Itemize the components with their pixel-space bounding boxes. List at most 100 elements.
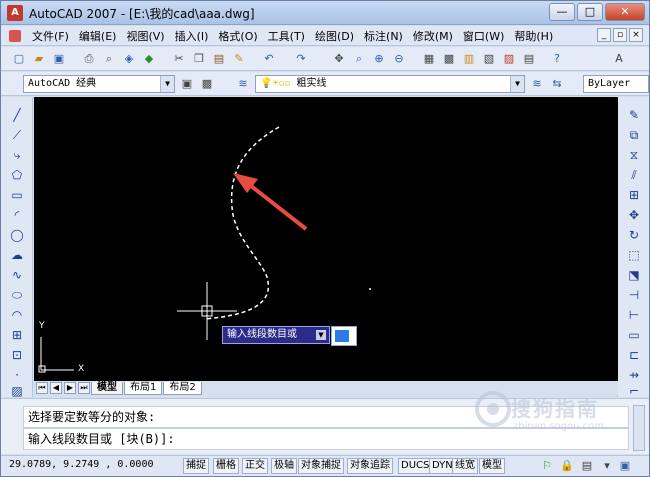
divided-spline-curve[interactable] (203, 126, 280, 320)
stretch-icon[interactable]: ⬔ (626, 267, 642, 283)
last-tab-icon[interactable]: ⏭ (78, 382, 90, 394)
command-input-line[interactable]: 输入线段数目或 [块(B)]: (23, 428, 629, 450)
drawing-canvas[interactable]: Y X 输入线段数目或 ▼ (34, 97, 618, 381)
calculator-icon[interactable]: ▤ (521, 51, 537, 67)
menu-tools[interactable]: 工具(T) (263, 28, 310, 44)
mirror-icon[interactable]: ⧖ (626, 147, 642, 163)
move-icon[interactable]: ✥ (626, 207, 642, 223)
menu-insert[interactable]: 插入(I) (170, 28, 214, 44)
first-tab-icon[interactable]: ⏮ (36, 382, 48, 394)
save-icon[interactable]: ▣ (51, 51, 67, 67)
design-center-icon[interactable]: ▩ (441, 51, 457, 67)
construction-line-icon[interactable]: ⟋ (9, 127, 25, 143)
text-style-icon[interactable]: A (611, 51, 627, 67)
zoom-previous-icon[interactable]: ⊖ (391, 51, 407, 67)
ellipse-arc-icon[interactable]: ◠ (9, 307, 25, 323)
tab-layout1[interactable]: 布局1 (124, 381, 163, 395)
plot-icon[interactable]: ◆ (141, 51, 157, 67)
chamfer-icon[interactable]: ⇸ (626, 367, 642, 383)
layer-manager-icon[interactable]: ≋ (235, 76, 251, 92)
dynamic-input-prompt[interactable]: 输入线段数目或 ▼ (222, 326, 330, 344)
properties-icon[interactable]: ▦ (421, 51, 437, 67)
autocad-app-icon[interactable]: A (7, 5, 23, 21)
make-block-icon[interactable]: ⊡ (9, 347, 25, 363)
snap-toggle[interactable]: 捕捉 (183, 458, 209, 474)
polyline-icon[interactable]: ⤷ (9, 147, 25, 163)
ortho-toggle[interactable]: 正交 (242, 458, 268, 474)
tool-palettes-icon[interactable]: ▥ (461, 51, 477, 67)
menu-modify[interactable]: 修改(M) (408, 28, 458, 44)
tab-layout2[interactable]: 布局2 (163, 381, 202, 395)
print-preview-icon[interactable]: ⌕ (101, 51, 117, 67)
document-icon[interactable] (9, 29, 21, 42)
copy-object-icon[interactable]: ⧉ (626, 127, 642, 143)
new-file-icon[interactable]: ▢ (11, 51, 27, 67)
status-tray-icon[interactable]: ▤ (579, 458, 595, 474)
zoom-realtime-icon[interactable]: ⌕ (351, 51, 367, 67)
otrack-toggle[interactable]: 对象追踪 (347, 458, 393, 474)
open-file-icon[interactable]: ▰ (31, 51, 47, 67)
zoom-window-icon[interactable]: ⊕ (371, 51, 387, 67)
scale-icon[interactable]: ⬚ (626, 247, 642, 263)
dynamic-input-options-icon[interactable]: ▼ (316, 330, 326, 340)
tab-model[interactable]: 模型 (91, 381, 123, 395)
menu-view[interactable]: 视图(V) (121, 28, 169, 44)
undo-icon[interactable]: ↶ (261, 51, 277, 67)
spline-icon[interactable]: ∿ (9, 267, 25, 283)
paste-icon[interactable]: ▤ (211, 51, 227, 67)
polar-toggle[interactable]: 极轴 (271, 458, 297, 474)
publish-icon[interactable]: ◈ (121, 51, 137, 67)
pan-icon[interactable]: ✥ (331, 51, 347, 67)
clean-screen-icon[interactable]: ▣ (617, 458, 633, 474)
doc-close-button[interactable]: × (629, 28, 643, 42)
osnap-toggle[interactable]: 对象捕捉 (298, 458, 344, 474)
help-icon[interactable]: ? (549, 51, 565, 67)
layer-select[interactable]: 💡☀▫▫ 粗实线 ▼ (255, 75, 525, 93)
save-workspace-icon[interactable]: ▩ (199, 76, 215, 92)
doc-restore-button[interactable]: ▫ (613, 28, 627, 42)
menu-edit[interactable]: 编辑(E) (74, 28, 122, 44)
array-icon[interactable]: ⊞ (626, 187, 642, 203)
line-icon[interactable]: ╱ (9, 107, 25, 123)
menu-window[interactable]: 窗口(W) (458, 28, 509, 44)
maximize-button[interactable]: □ (577, 3, 603, 21)
rectangle-icon[interactable]: ▭ (9, 187, 25, 203)
revision-cloud-icon[interactable]: ☁ (9, 247, 25, 263)
grid-toggle[interactable]: 栅格 (213, 458, 239, 474)
make-object-layer-current-icon[interactable]: ≋ (529, 76, 545, 92)
menu-draw[interactable]: 绘图(D) (310, 28, 359, 44)
ellipse-icon[interactable]: ⬭ (9, 287, 25, 303)
chevron-down-icon[interactable]: ▼ (510, 76, 524, 92)
fillet-icon[interactable]: ⌐ (626, 383, 642, 399)
status-menu-icon[interactable]: ▾ (599, 458, 615, 474)
dynamic-input-value-field[interactable] (331, 326, 357, 346)
prev-tab-icon[interactable]: ◀ (50, 382, 62, 394)
command-scrollbar[interactable] (633, 405, 645, 451)
next-tab-icon[interactable]: ▶ (64, 382, 76, 394)
lineweight-toggle[interactable]: 线宽 (452, 458, 478, 474)
close-button[interactable]: ✕ (605, 3, 645, 21)
menu-dimension[interactable]: 标注(N) (359, 28, 408, 44)
workspace-settings-icon[interactable]: ▣ (179, 76, 195, 92)
copy-icon[interactable]: ❐ (191, 51, 207, 67)
erase-icon[interactable]: ✎ (626, 107, 642, 123)
layer-previous-icon[interactable]: ⇆ (549, 76, 565, 92)
model-toggle[interactable]: 模型 (479, 458, 505, 474)
sheet-set-icon[interactable]: ▧ (481, 51, 497, 67)
match-properties-icon[interactable]: ✎ (231, 51, 247, 67)
doc-minimize-button[interactable]: _ (597, 28, 611, 42)
chevron-down-icon[interactable]: ▼ (160, 76, 174, 92)
communication-center-icon[interactable]: ⚐ (539, 458, 555, 474)
join-icon[interactable]: ⊏ (626, 347, 642, 363)
markup-icon[interactable]: ▨ (501, 51, 517, 67)
ducs-toggle[interactable]: DUCS (398, 458, 433, 474)
rotate-icon[interactable]: ↻ (626, 227, 642, 243)
arc-icon[interactable]: ◜ (9, 207, 25, 223)
cut-icon[interactable]: ✂ (171, 51, 187, 67)
color-select[interactable]: ByLayer (583, 75, 649, 93)
extend-icon[interactable]: ⊢ (626, 307, 642, 323)
polygon-icon[interactable]: ⬠ (9, 167, 25, 183)
trim-icon[interactable]: ⊣ (626, 287, 642, 303)
offset-icon[interactable]: ⫽ (626, 167, 642, 183)
circle-icon[interactable]: ◯ (9, 227, 25, 243)
